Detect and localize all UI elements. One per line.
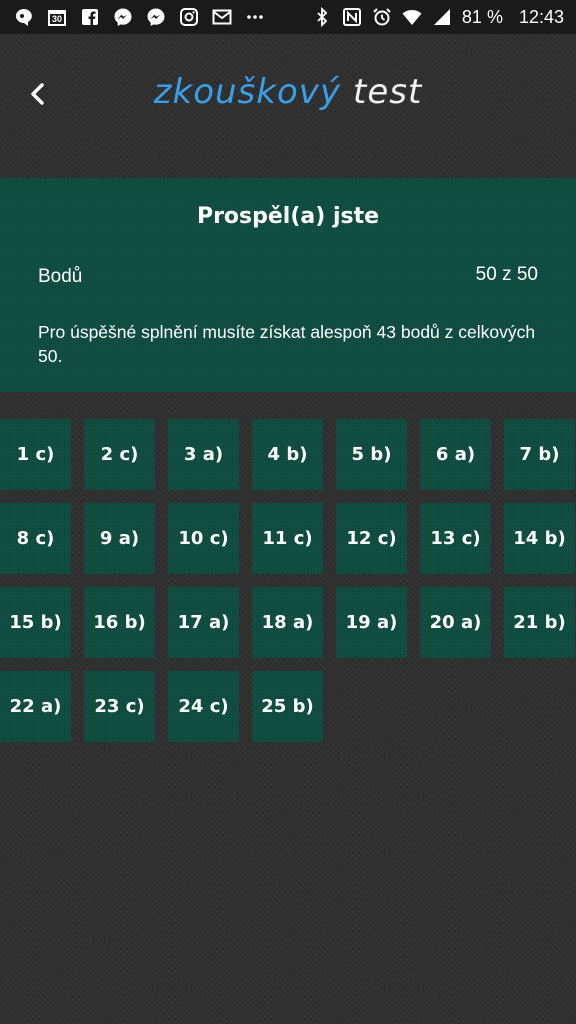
answer-tile[interactable]: 23 c) <box>84 671 155 742</box>
answer-tile[interactable]: 12 c) <box>336 503 407 574</box>
title-part-2: test <box>353 72 423 112</box>
answer-tile[interactable]: 20 a) <box>420 587 491 658</box>
answer-tile[interactable]: 11 c) <box>252 503 323 574</box>
points-label: Bodů <box>38 266 83 287</box>
answer-tile[interactable]: 10 c) <box>168 503 239 574</box>
answer-tile[interactable]: 15 b) <box>0 587 71 658</box>
alarm-icon <box>372 7 392 27</box>
answer-tile[interactable]: 21 b) <box>504 587 575 658</box>
answer-tile[interactable]: 8 c) <box>0 503 71 574</box>
messenger-icon <box>113 7 133 27</box>
answer-tile[interactable]: 14 b) <box>504 503 575 574</box>
answer-tile[interactable]: 13 c) <box>420 503 491 574</box>
nfc-icon <box>342 7 362 27</box>
app-header: zkouškový test <box>0 60 576 130</box>
result-panel: Prospěl(a) jste Bodů 50 z 50 Pro úspěšné… <box>0 178 576 392</box>
facebook-icon <box>80 7 100 27</box>
bluetooth-icon <box>312 7 332 27</box>
answer-tile[interactable]: 4 b) <box>252 419 323 490</box>
answer-tile[interactable]: 17 a) <box>168 587 239 658</box>
clock: 12:43 <box>518 6 564 27</box>
pass-requirement-note: Pro úspěšné splnění musíte získat alespo… <box>38 322 536 366</box>
answer-tile[interactable]: 7 b) <box>504 419 575 490</box>
answer-tile[interactable]: 9 a) <box>84 503 155 574</box>
answer-tile[interactable]: 5 b) <box>336 419 407 490</box>
mail-icon <box>212 7 232 27</box>
messenger-icon <box>146 7 166 27</box>
chat-bubble-icon <box>14 7 34 27</box>
answer-tile[interactable]: 18 a) <box>252 587 323 658</box>
answer-tile[interactable]: 16 b) <box>84 587 155 658</box>
status-bar: 30 81 % 12:43 <box>0 0 576 34</box>
instagram-icon <box>179 7 199 27</box>
result-title: Prospěl(a) jste <box>196 204 380 229</box>
answer-tile[interactable]: 25 b) <box>252 671 323 742</box>
points-value: 50 z 50 <box>475 264 538 285</box>
calendar-day: 30 <box>51 14 62 24</box>
answer-tile[interactable]: 1 c) <box>0 419 71 490</box>
answer-tile[interactable]: 6 a) <box>420 419 491 490</box>
answer-tile[interactable]: 19 a) <box>336 587 407 658</box>
more-icon <box>245 7 265 27</box>
signal-icon <box>432 7 452 27</box>
wifi-icon <box>402 7 422 27</box>
answer-tile[interactable]: 24 c) <box>168 671 239 742</box>
answer-tile[interactable]: 3 a) <box>168 419 239 490</box>
calendar-icon: 30 <box>47 7 67 27</box>
answer-tile[interactable]: 22 a) <box>0 671 71 742</box>
answers-grid: 1 c) 2 c) 3 a) 4 b) 5 b) 6 a) 7 b) 8 c) 9 a) 10 c… <box>0 419 576 742</box>
answer-tile[interactable]: 2 c) <box>84 419 155 490</box>
battery-percent: 81 % <box>461 6 503 27</box>
page-title: zkouškový test <box>0 72 576 112</box>
title-part-1: zkouškový <box>153 72 342 112</box>
